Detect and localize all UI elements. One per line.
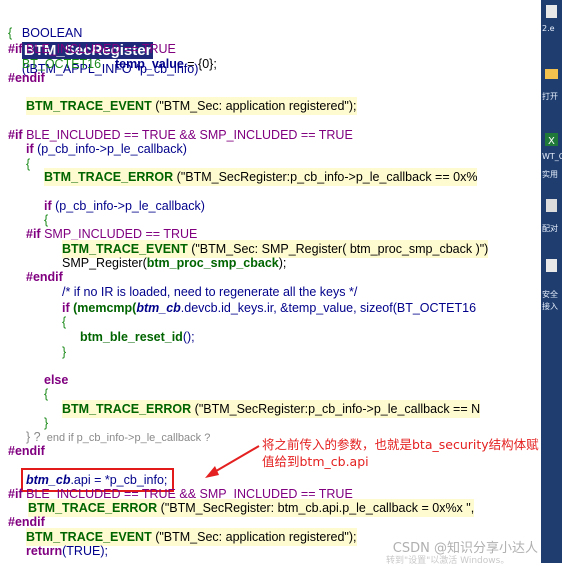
annotation-arrow-line xyxy=(210,445,260,475)
sidebar-label: 安全 xyxy=(542,290,558,299)
file-icon[interactable] xyxy=(544,198,559,213)
sidebar-label: 接入 xyxy=(542,302,558,311)
annotation-line-2: 值给到btm_cb.api xyxy=(262,454,369,469)
folder-icon[interactable] xyxy=(544,66,559,81)
sidebar-label: 配对 xyxy=(542,224,558,233)
desktop-sidebar: 2.e 打开 X WT_O 实用 配对 安全 接入 xyxy=(541,0,562,563)
svg-text:X: X xyxy=(548,136,555,147)
annotation-arrow-layer xyxy=(205,445,260,478)
file-icon[interactable] xyxy=(544,258,559,273)
annotation-line-1: 将之前传入的参数，也就是bta_security结构体赋 xyxy=(262,437,539,452)
sidebar-label: WT_O xyxy=(542,152,562,161)
annotation-arrow-head xyxy=(205,466,219,478)
excel-icon[interactable]: X xyxy=(544,132,559,147)
sidebar-label: 打开 xyxy=(542,92,558,101)
sidebar-label: 2.e xyxy=(542,24,555,33)
sidebar-label: 实用 xyxy=(542,170,558,179)
document-icon[interactable] xyxy=(544,4,559,19)
annotation-text: 将之前传入的参数，也就是bta_security结构体赋 值给到btm_cb.a… xyxy=(262,436,562,470)
activate-windows-watermark: 转到"设置"以激活 Windows。 xyxy=(386,556,510,566)
